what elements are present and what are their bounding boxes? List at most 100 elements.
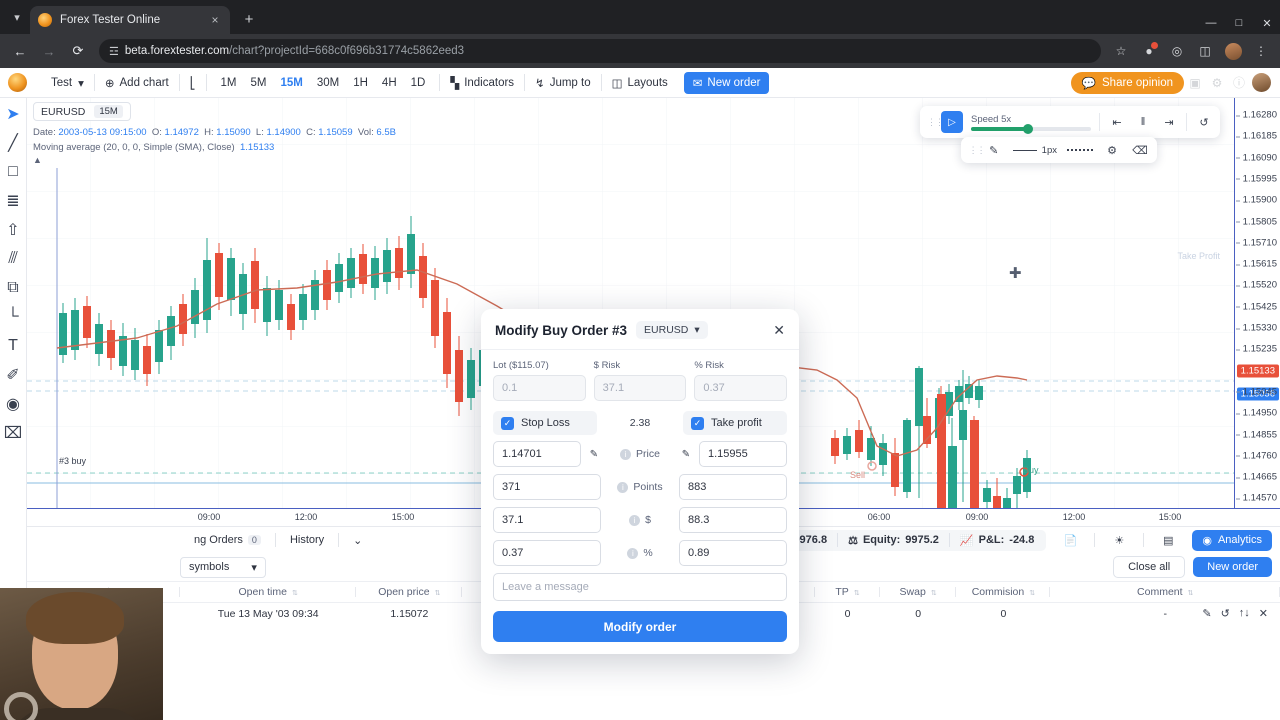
close-icon[interactable]: × <box>208 13 222 27</box>
stop-loss-price-input[interactable]: 1.14701 <box>493 441 581 467</box>
sort-icon[interactable]: ⇅ <box>435 590 441 597</box>
speed-slider[interactable] <box>971 123 1091 134</box>
list-icon[interactable]: ▤ <box>1158 530 1178 550</box>
new-order-button-bottom[interactable]: New order <box>1193 557 1272 577</box>
take-profit-price-input[interactable]: 1.15955 <box>699 441 787 467</box>
column-header-tp[interactable]: TP ⇅ <box>815 581 880 603</box>
user-avatar[interactable] <box>1250 72 1272 94</box>
screenshot-icon[interactable]: ▣ <box>1184 72 1206 94</box>
stop-loss-points-input[interactable]: 371 <box>493 474 601 500</box>
brush-tool[interactable]: ✐ <box>3 364 24 385</box>
bookmark-star-icon[interactable]: ☆ <box>1110 40 1132 62</box>
jump-to-button[interactable]: ↯ Jump to <box>525 73 601 93</box>
tab-pending-orders[interactable]: ng Orders 0 <box>194 534 261 546</box>
site-settings-icon[interactable]: ☲ <box>109 45 119 58</box>
new-order-button[interactable]: ✉ New order <box>683 71 770 94</box>
column-header-open-price[interactable]: Open price ⇅ <box>356 581 463 603</box>
timeframe-1m[interactable]: 1M <box>217 75 241 91</box>
collapse-icon[interactable]: ▲ <box>33 155 396 165</box>
chrome-menu-icon[interactable]: ⋮ <box>1250 40 1272 62</box>
browser-tab[interactable]: Forex Tester Online × <box>30 6 230 34</box>
back-icon[interactable]: ← <box>8 39 32 63</box>
gear-icon[interactable]: ⚙ <box>1103 141 1121 159</box>
stop-loss-toggle[interactable]: ✓ Stop Loss <box>493 411 597 435</box>
terminal-more-chevron-icon[interactable]: ⌄ <box>353 534 362 547</box>
close-all-button[interactable]: Close all <box>1113 556 1186 578</box>
layouts-button[interactable]: ◫ Layouts <box>602 73 678 93</box>
trendline-tool[interactable]: ╱ <box>3 132 24 153</box>
window-maximize-button[interactable]: □ <box>1226 12 1252 34</box>
take-profit-points-input[interactable]: 883 <box>679 474 787 500</box>
chart-type-button[interactable]: ⎣ <box>180 73 206 93</box>
timeframe-1h[interactable]: 1H <box>349 75 372 91</box>
project-selector[interactable]: Test ▾ <box>41 73 94 93</box>
extensions-icon[interactable]: ● <box>1138 40 1160 62</box>
timeframe-5m[interactable]: 5M <box>246 75 270 91</box>
arrow-tool[interactable]: ⇧ <box>3 219 24 240</box>
step-back-icon[interactable]: ⇤ <box>1108 113 1126 131</box>
timeframe-15m[interactable]: 15M <box>276 75 306 91</box>
gear-icon[interactable]: ⚙ <box>1206 72 1228 94</box>
step-forward-icon[interactable]: ⇥ <box>1160 113 1178 131</box>
message-input[interactable]: Leave a message <box>493 573 787 601</box>
info-icon[interactable]: i <box>627 547 639 559</box>
info-icon[interactable]: i <box>617 481 629 493</box>
report-icon[interactable]: 📄 <box>1060 530 1080 550</box>
sort-icon[interactable]: ⇅ <box>854 590 860 597</box>
new-tab-button[interactable]: + <box>236 6 262 32</box>
analytics-button[interactable]: ◉ Analytics <box>1192 529 1272 551</box>
play-button[interactable]: ▷ <box>941 111 963 133</box>
column-header-commision[interactable]: Commision ⇅ <box>956 581 1051 603</box>
dash-style-icon[interactable] <box>1067 149 1093 151</box>
window-close-button[interactable]: ✕ <box>1254 12 1280 34</box>
measure-tool[interactable]: ⧉ <box>3 277 24 298</box>
reverse-icon[interactable]: ↺ <box>1221 607 1230 620</box>
take-profit--input[interactable]: 88.3 <box>679 507 787 533</box>
sort-icon[interactable]: ⇅ <box>292 590 298 597</box>
modify-order-button[interactable]: Modify order <box>493 611 787 642</box>
reset-icon[interactable]: ↺ <box>1195 113 1213 131</box>
add-chart-button[interactable]: ⊕ Add chart <box>95 73 179 93</box>
speed-control-panel[interactable]: ⋮⋮ ▷ Speed 5x ⇤ ‖ ⇥ ↺ <box>920 106 1220 138</box>
timeframe-30m[interactable]: 30M <box>313 75 343 91</box>
delete-tool[interactable]: ⌧ <box>3 422 24 443</box>
avatar[interactable] <box>1222 40 1244 62</box>
sort-icon[interactable]: ⇅ <box>1029 590 1035 597</box>
stop-loss--input[interactable]: 37.1 <box>493 507 601 533</box>
timeframe-4h[interactable]: 4H <box>378 75 401 91</box>
modify-order-dialog[interactable]: Modify Buy Order #3 EURUSD ▾ ✕ Lot ($115… <box>481 309 799 654</box>
channel-tool[interactable]: ⫻ <box>3 248 24 269</box>
pick-price-sl-icon[interactable]: ✎ <box>587 449 601 460</box>
cursor-tool[interactable]: ➤ <box>3 103 24 124</box>
drag-handle-icon[interactable]: ⋮⋮ <box>969 145 986 154</box>
rectangle-tool[interactable]: □ <box>3 161 24 182</box>
symbol-chip[interactable]: EURUSD 15M <box>33 102 131 121</box>
address-bar[interactable]: ☲ beta.forextester.com/chart?projectId=6… <box>99 39 1101 63</box>
price-axis[interactable]: 1.16280 1.16185 1.16090 1.15995 1.15900 1.158… <box>1234 98 1280 508</box>
close-order-icon[interactable]: ✕ <box>1259 607 1268 620</box>
shapes-tool[interactable]: └ <box>3 306 24 327</box>
reload-icon[interactable]: ⟳ <box>66 39 90 63</box>
dollar-risk-input[interactable]: 37.1 <box>593 375 687 401</box>
tab-history[interactable]: History <box>290 534 324 546</box>
text-tool[interactable]: T <box>3 335 24 356</box>
column-header-comment[interactable]: Comment ⇅ <box>1050 581 1280 603</box>
forward-icon[interactable]: → <box>37 39 61 63</box>
help-icon[interactable]: ⓘ <box>1228 72 1250 94</box>
speed-slider-knob[interactable] <box>1023 123 1033 134</box>
info-icon[interactable]: i <box>620 448 632 460</box>
fibonacci-tool[interactable]: ≣ <box>3 190 24 211</box>
indicators-button[interactable]: ▚ Indicators <box>440 73 524 93</box>
trash-icon[interactable]: ⌫ <box>1131 141 1149 159</box>
drag-handle-icon[interactable]: ⋮⋮ <box>927 117 944 126</box>
partial-close-icon[interactable]: ↑↓ <box>1239 607 1250 620</box>
pen-icon[interactable]: ✎ <box>985 141 1003 159</box>
take-profit-toggle[interactable]: ✓ Take profit <box>683 411 787 435</box>
take-profit--input[interactable]: 0.89 <box>679 540 787 566</box>
profile-sync-icon[interactable]: ◎ <box>1166 40 1188 62</box>
globe-icon[interactable]: ☀ <box>1109 530 1129 550</box>
lot-input[interactable]: 0.1 <box>493 375 586 401</box>
timeframe-1d[interactable]: 1D <box>407 75 430 91</box>
tab-search-chevron-icon[interactable]: ▾ <box>4 4 30 30</box>
share-opinion-button[interactable]: 💬 Share opinion <box>1070 71 1184 94</box>
